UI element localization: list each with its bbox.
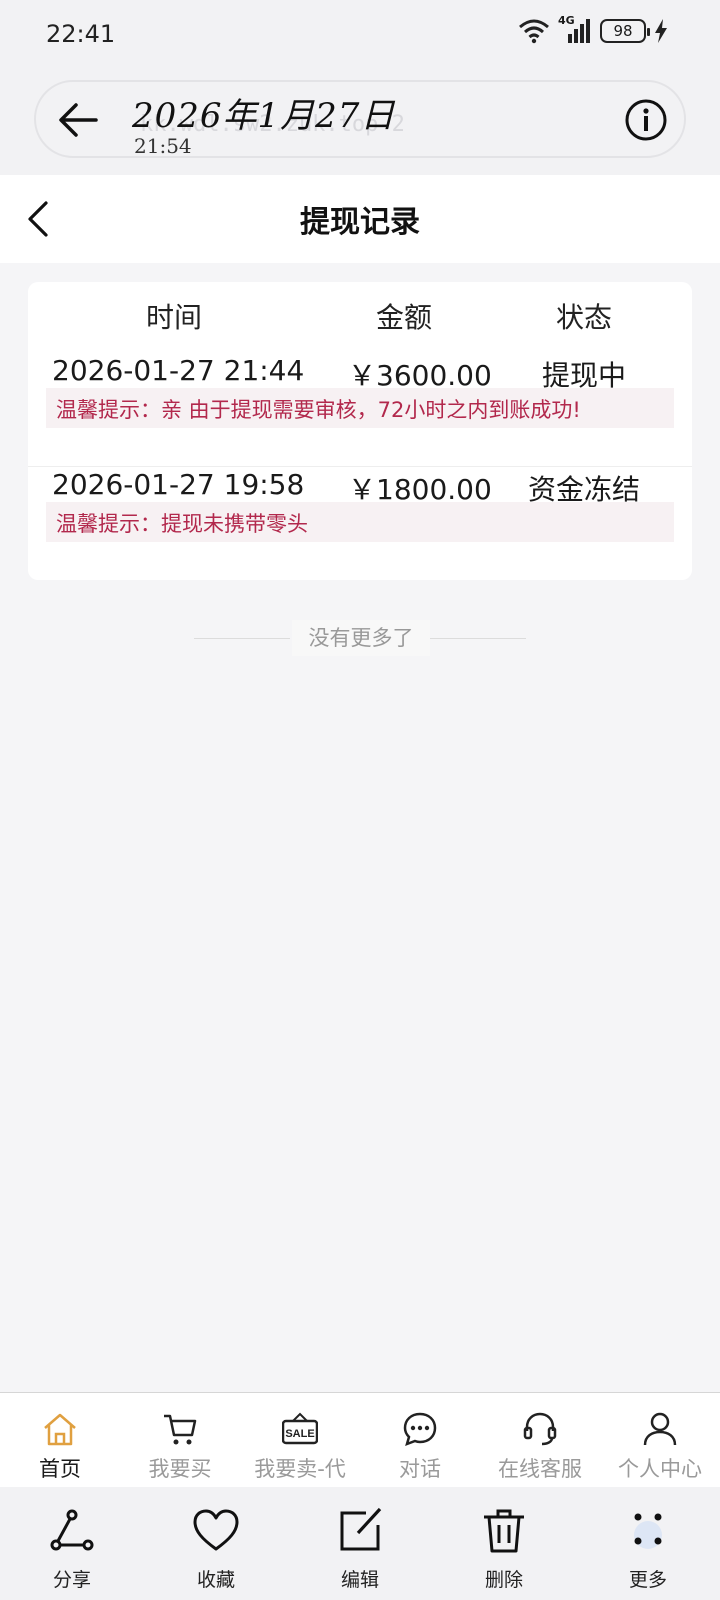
tab-label: 我要卖-代 [254,1457,346,1481]
edit-icon [340,1507,382,1551]
page-header: 提现记录 [0,175,720,263]
tab-label: 首页 [39,1457,81,1481]
tab-label: 我要买 [148,1457,212,1481]
battery-level: 98 [613,22,633,40]
address-pill: kk.wdl.sw2.zuk.top-2 2026年1月27日 21:54 [34,80,686,158]
tab-label: 在线客服 [498,1457,582,1481]
charging-icon [655,19,667,43]
battery-icon: 98 [600,19,650,43]
handwritten-time: 21:54 [134,134,192,158]
no-more-indicator: 没有更多了 [0,620,720,656]
table-header: 时间 金额 状态 [28,282,692,346]
screen: 22:41 4G 98 kk.wdl.sw2.zuk.top-2 2026年1月… [0,0,720,1600]
record-time: 2026-01-27 21:44 [52,354,305,387]
edit-button[interactable]: 编辑 [288,1487,432,1600]
tool-label: 分享 [52,1569,91,1591]
chat-bubble-icon [403,1412,437,1447]
more-button[interactable]: 更多 [576,1487,720,1600]
delete-button[interactable]: 删除 [432,1487,576,1600]
sale-sign-text: SALE [285,1428,314,1440]
table-row[interactable]: 2026-01-27 21:44 ￥3600.00 提现中 温馨提示：亲 由于提… [28,346,692,458]
home-icon [44,1413,76,1446]
annotation-toolbar: 分享 收藏 编辑 删除 更多 [0,1487,720,1600]
trash-icon [484,1509,524,1553]
tab-profile[interactable]: 个人中心 [600,1393,720,1488]
heart-icon [193,1509,239,1551]
cart-icon [164,1414,197,1445]
tab-sell[interactable]: SALE 我要卖-代 [240,1393,360,1488]
tool-label: 收藏 [196,1569,235,1591]
withdraw-records-card: 时间 金额 状态 2026-01-27 21:44 ￥3600.00 提现中 温… [28,282,692,580]
tab-label: 个人中心 [618,1457,702,1481]
divider-line-right [430,638,526,639]
annotation-bar: kk.wdl.sw2.zuk.top-2 2026年1月27日 21:54 [0,70,720,175]
info-icon[interactable] [624,98,668,142]
cell-signal-icon: 4G [558,14,592,44]
page-title: 提现记录 [300,205,420,240]
tool-label: 编辑 [340,1569,379,1591]
record-tip: 温馨提示：提现未携带零头 [46,502,674,542]
no-more-text: 没有更多了 [292,620,430,656]
tab-home[interactable]: 首页 [0,1393,120,1488]
bottom-tab-bar: 首页 我要买 SALE 我要卖-代 对话 在线客服 个人中心 [0,1392,720,1487]
column-header-status: 状态 [556,301,613,334]
more-dots-icon [634,1513,662,1549]
status-icons: 4G 98 [518,14,668,44]
person-icon [643,1412,677,1446]
record-tip: 温馨提示：亲 由于提现需要审核，72小时之内到账成功! [46,388,674,428]
record-time: 2026-01-27 19:58 [52,468,305,501]
tab-label: 对话 [399,1457,441,1481]
tool-label: 更多 [628,1569,667,1591]
share-button[interactable]: 分享 [0,1487,144,1600]
tab-chat[interactable]: 对话 [360,1393,480,1488]
headset-icon [523,1412,557,1446]
favorite-button[interactable]: 收藏 [144,1487,288,1600]
back-arrow-icon[interactable] [54,96,102,144]
handwritten-date: 2026年1月27日 [132,96,396,136]
status-time: 22:41 [46,20,116,48]
share-icon [50,1509,94,1551]
table-row[interactable]: 2026-01-27 19:58 ￥1800.00 资金冻结 温馨提示：提现未携… [28,460,692,572]
status-bar: 22:41 4G 98 [0,0,720,70]
column-header-time: 时间 [146,301,203,334]
column-header-amount: 金额 [376,301,433,334]
sale-sign-icon: SALE [282,1412,318,1445]
tab-support[interactable]: 在线客服 [480,1393,600,1488]
tool-label: 删除 [484,1569,523,1591]
wifi-icon [519,19,549,44]
divider-line-left [194,638,290,639]
tab-buy[interactable]: 我要买 [120,1393,240,1488]
